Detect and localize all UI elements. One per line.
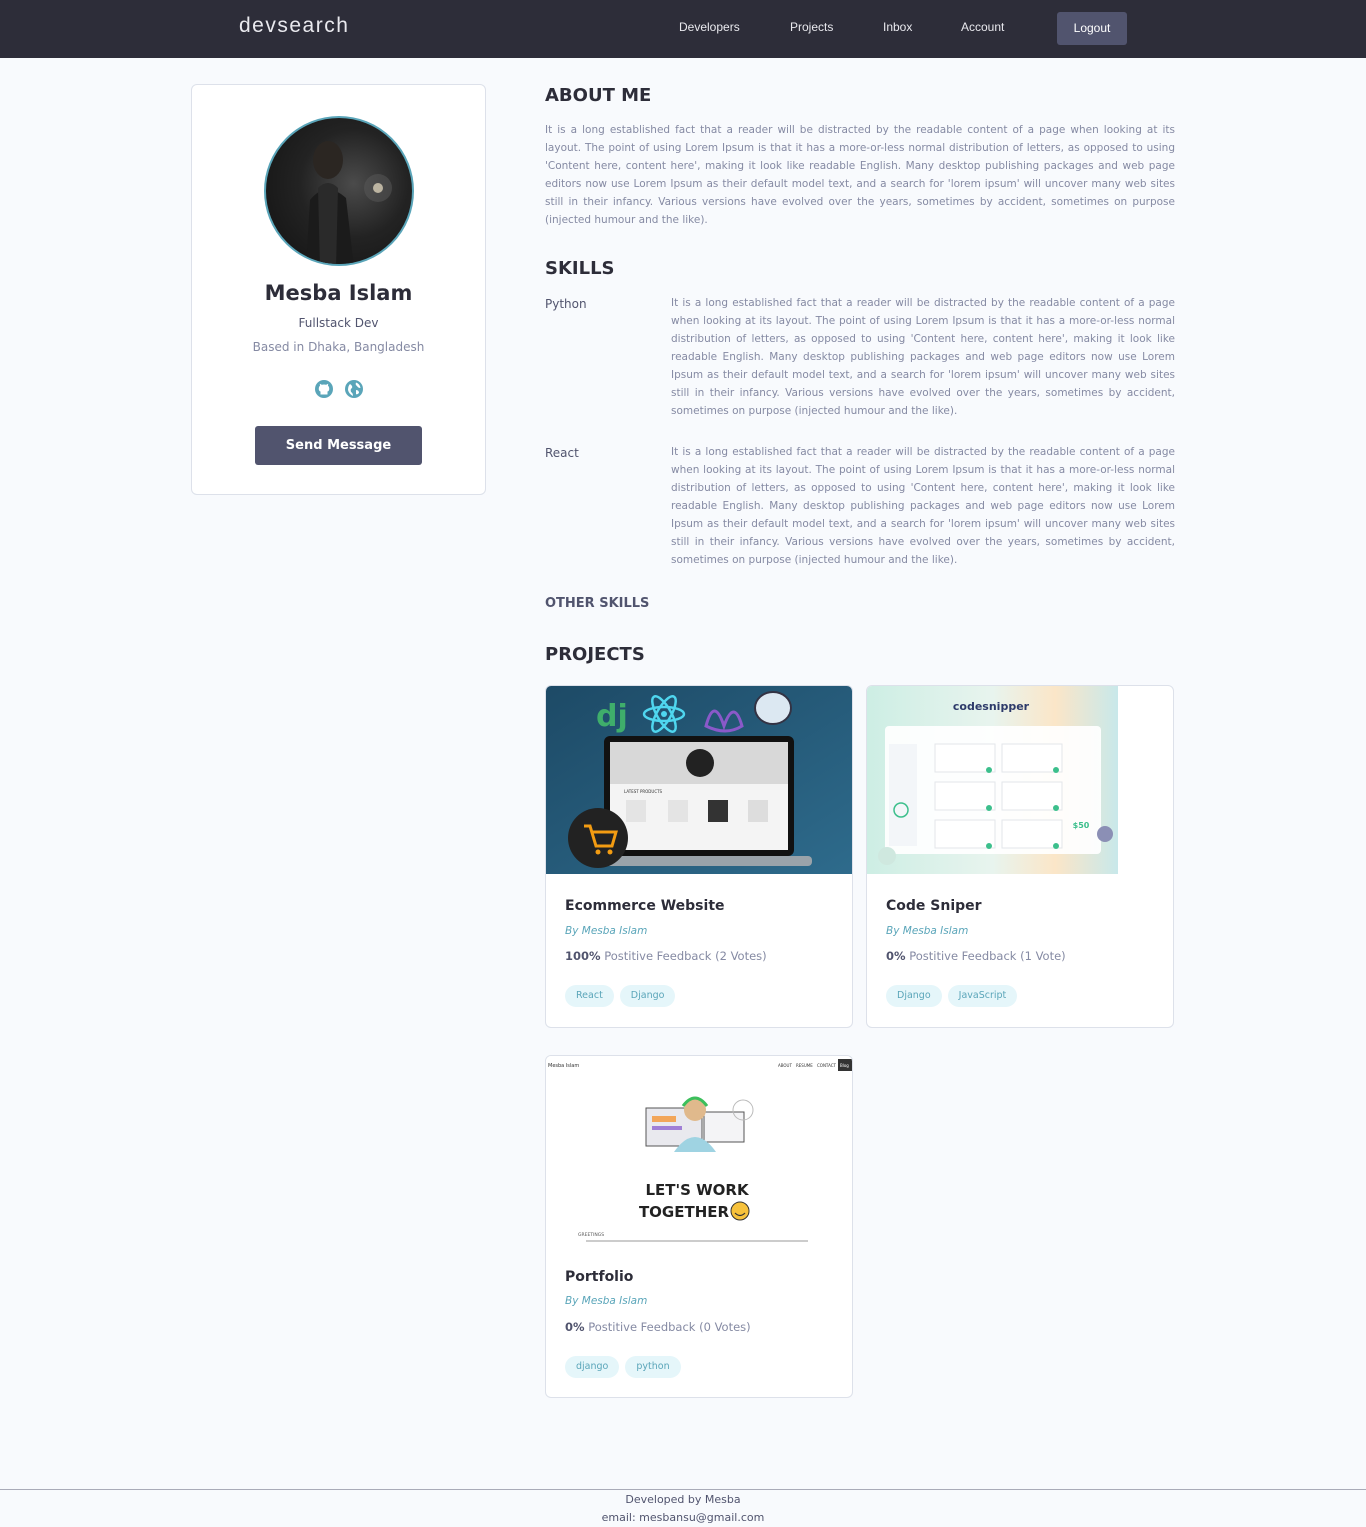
project-feedback: 0% Postitive Feedback (1 Vote) — [886, 949, 1066, 963]
thumb-price: $50 — [1073, 821, 1090, 830]
top-navbar: devsearch Developers Projects Inbox Acco… — [0, 0, 1366, 58]
project-thumbnail[interactable]: dj LATEST PRODUCTS — [546, 686, 852, 874]
thumb-site-name: Mesba Islam — [548, 1063, 579, 1069]
thumb-nav-about: ABOUT — [778, 1063, 792, 1068]
project-owner[interactable]: By Mesba Islam — [565, 1295, 647, 1307]
codesnipper-screenshot: codesnipper $50 — [867, 686, 1118, 874]
project-owner[interactable]: By Mesba Islam — [886, 925, 968, 937]
project-tags: React Django — [565, 985, 676, 1007]
nav-developers-link[interactable]: Developers — [679, 20, 740, 34]
tag-django[interactable]: Django — [619, 985, 676, 1007]
project-tags: Django JavaScript — [886, 985, 1018, 1007]
footer-divider — [0, 1489, 1366, 1490]
project-title[interactable]: Portfolio — [565, 1269, 633, 1285]
svg-text:dj: dj — [596, 699, 628, 734]
thumb-nav-resume: RESUME — [796, 1063, 813, 1068]
thumb-brand: codesnipper — [953, 700, 1030, 713]
about-text: It is a long established fact that a rea… — [545, 124, 1175, 226]
footer-credit: Developed by Mesba — [625, 1493, 741, 1506]
project-card-ecommerce[interactable]: dj LATEST PRODUCTS Ecommerce Website By … — [545, 685, 853, 1028]
nav-account-link[interactable]: Account — [961, 20, 1004, 34]
profile-card: Mesba Islam Fullstack Dev Based in Dhaka… — [191, 84, 486, 495]
project-thumbnail[interactable]: Mesba Islam ABOUT RESUME CONTACT Blog LE… — [546, 1056, 852, 1244]
skill-description-python: It is a long established fact that a rea… — [671, 297, 1175, 417]
project-thumbnail[interactable]: codesnipper $50 — [867, 686, 1118, 874]
send-message-button[interactable]: Send Message — [255, 426, 422, 465]
avatar-photo — [306, 141, 392, 264]
devsearch-logo[interactable]: devsearch — [239, 14, 349, 38]
nav-inbox-link[interactable]: Inbox — [883, 20, 912, 34]
thumb-section-label: LATEST PRODUCTS — [624, 789, 663, 794]
tag-django[interactable]: Django — [886, 985, 942, 1007]
about-title: ABOUT ME — [545, 85, 652, 106]
tag-django[interactable]: django — [565, 1356, 620, 1378]
portfolio-screenshot: Mesba Islam ABOUT RESUME CONTACT Blog LE… — [546, 1056, 852, 1244]
nav-projects-link[interactable]: Projects — [790, 20, 833, 34]
feedback-text: Postitive Feedback (1 Vote) — [909, 949, 1066, 963]
profile-name: Mesba Islam — [264, 281, 413, 305]
project-title[interactable]: Code Sniper — [886, 898, 982, 914]
feedback-text: Postitive Feedback (2 Votes) — [604, 949, 767, 963]
project-card-portfolio[interactable]: Mesba Islam ABOUT RESUME CONTACT Blog LE… — [545, 1055, 853, 1398]
projects-title: PROJECTS — [545, 644, 645, 665]
github-icon[interactable] — [314, 379, 334, 399]
avatar — [264, 116, 414, 266]
ecommerce-screenshot: dj LATEST PRODUCTS — [546, 686, 852, 874]
project-title[interactable]: Ecommerce Website — [565, 898, 725, 914]
thumb-nav-blog: Blog — [840, 1063, 849, 1068]
project-tags: django python — [565, 1356, 681, 1378]
feedback-percent: 0% — [565, 1320, 585, 1334]
skill-name-python: Python — [545, 297, 587, 311]
globe-icon[interactable] — [344, 379, 364, 399]
tag-python[interactable]: python — [625, 1356, 681, 1378]
project-feedback: 0% Postitive Feedback (0 Votes) — [565, 1320, 751, 1334]
logout-button[interactable]: Logout — [1057, 12, 1127, 45]
skill-name-react: React — [545, 446, 579, 460]
project-card-code-sniper[interactable]: codesnipper $50 Code Sniper By Mesba Isl… — [866, 685, 1174, 1028]
other-skills-title: OTHER SKILLS — [545, 596, 650, 611]
thumb-headline-2: TOGETHER — [639, 1203, 730, 1221]
profile-role: Fullstack Dev — [298, 316, 379, 330]
thumb-nav-contact: CONTACT — [817, 1063, 837, 1068]
feedback-text: Postitive Feedback (0 Votes) — [588, 1320, 751, 1334]
feedback-percent: 100% — [565, 949, 601, 963]
thumb-greeting: GREETINGS — [578, 1232, 604, 1238]
tag-react[interactable]: React — [565, 985, 614, 1007]
skills-title: SKILLS — [545, 258, 615, 279]
profile-location: Based in Dhaka, Bangladesh — [252, 340, 425, 354]
footer-email: email: mesbansu@gmail.com — [601, 1511, 765, 1524]
skill-description-react: It is a long established fact that a rea… — [671, 446, 1175, 566]
feedback-percent: 0% — [886, 949, 906, 963]
thumb-headline-1: LET'S WORK — [645, 1181, 750, 1199]
project-feedback: 100% Postitive Feedback (2 Votes) — [565, 949, 767, 963]
project-owner[interactable]: By Mesba Islam — [565, 925, 647, 937]
tag-javascript[interactable]: JavaScript — [947, 985, 1018, 1007]
